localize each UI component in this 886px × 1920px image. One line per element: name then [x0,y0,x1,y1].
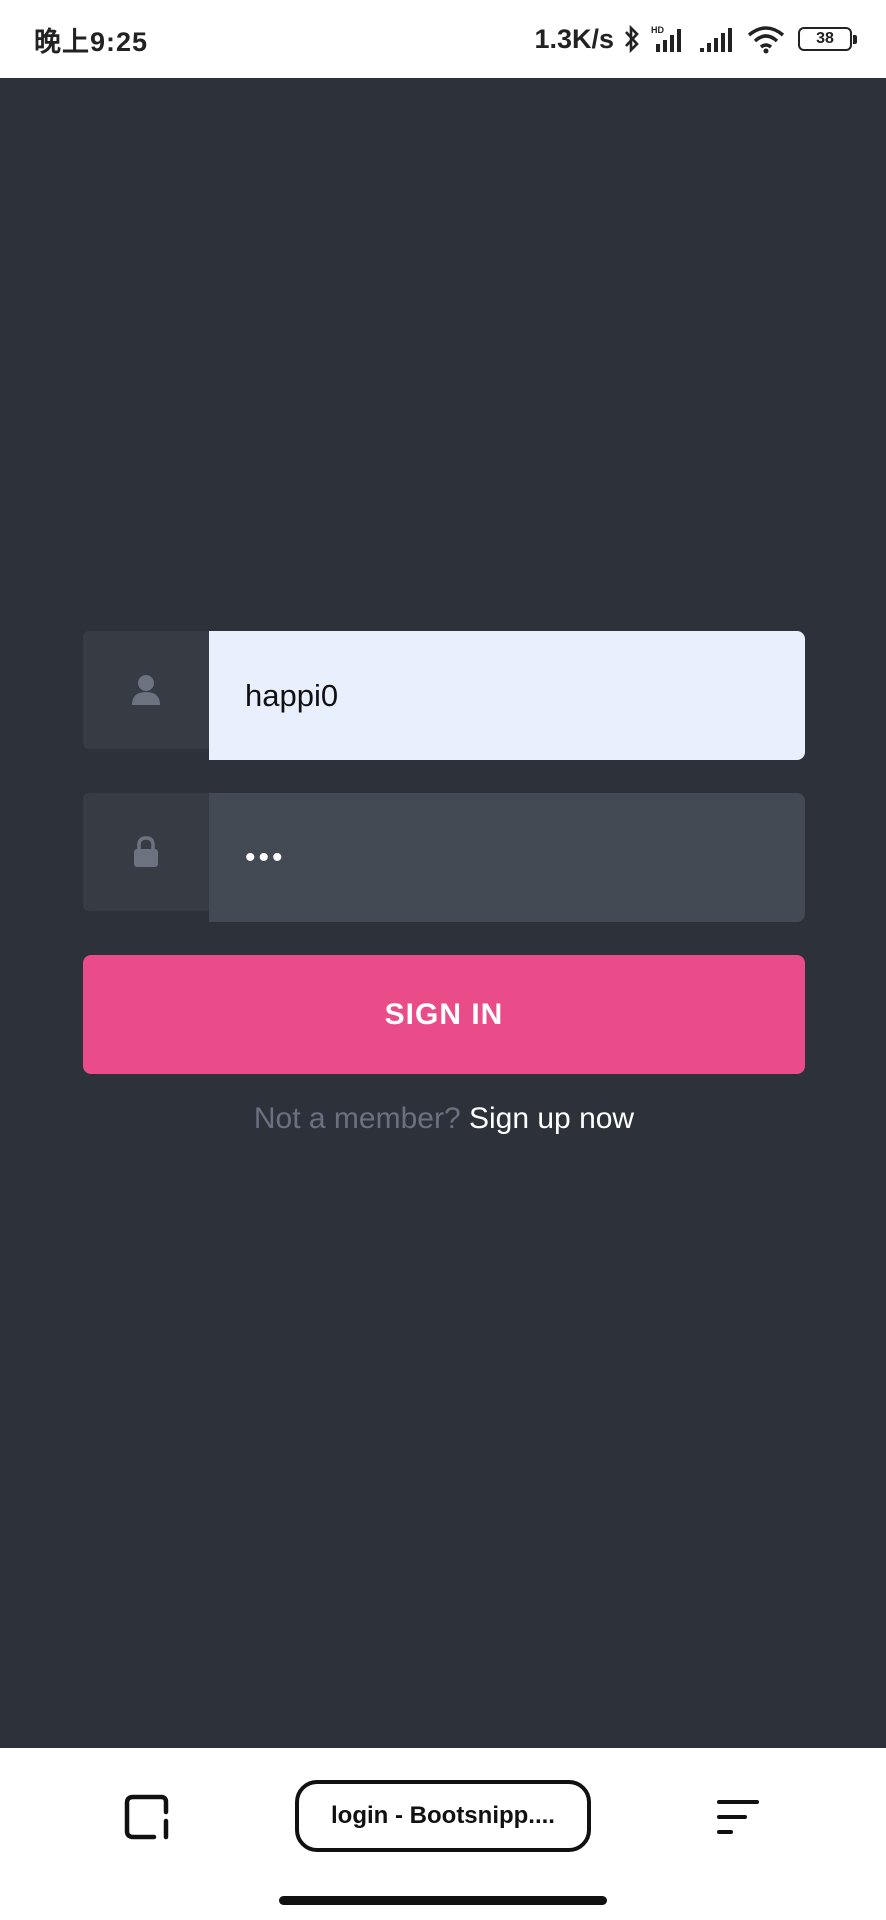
tabs-icon [124,1794,169,1840]
tabs-button[interactable] [124,1794,172,1840]
signal-icon [698,24,738,54]
sign-in-button[interactable]: SIGN IN [83,955,805,1074]
status-time: 晚上9:25 [34,26,149,57]
battery-icon: 38 [798,27,857,51]
lock-icon-box [83,793,209,911]
network-speed: 1.3K/s [534,23,614,54]
menu-icon [717,1800,759,1834]
username-input[interactable]: happi0 [209,631,805,760]
username-field: happi0 [83,631,805,760]
bluetooth-icon [622,24,642,54]
lock-icon [134,836,158,867]
signup-prompt: Not a member? [253,1102,461,1135]
status-bar: 晚上9:25 1.3K/s HD 38 [0,0,886,78]
user-icon [132,675,160,705]
signup-link[interactable]: Sign up now [469,1102,634,1135]
user-icon-box [83,631,209,749]
password-input[interactable]: ••• [209,793,805,922]
signup-line: Not a member? Sign up now [83,1102,805,1136]
password-field: ••• [83,793,805,922]
wifi-icon [746,24,786,54]
browser-bottom-bar: login - Bootsnipp.... [0,1748,886,1920]
hd-signal-icon: HD [650,24,690,54]
menu-button[interactable] [716,1798,760,1838]
url-bar[interactable]: login - Bootsnipp.... [295,1780,591,1852]
login-page: happi0 ••• SIGN IN Not a member? Sign up… [0,78,886,1748]
home-indicator[interactable] [279,1896,607,1905]
login-form: happi0 ••• SIGN IN Not a member? Sign up… [83,631,805,1136]
status-indicators: 1.3K/s HD 38 [534,23,857,55]
svg-text:HD: HD [651,25,664,35]
